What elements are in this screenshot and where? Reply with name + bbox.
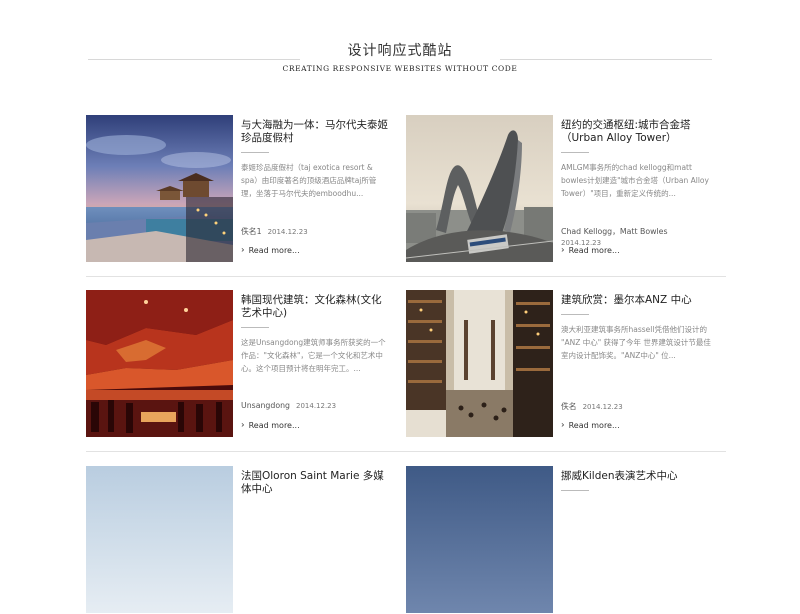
title-divider [561, 314, 589, 315]
tower-image [406, 115, 553, 262]
article-title[interactable]: 法国Oloron Saint Marie 多媒体中心 [241, 470, 391, 496]
title-rule-right [500, 59, 712, 60]
article-excerpt: AMLGM事务所的chad kellogg和matt bowles计划建造"城市… [561, 163, 709, 198]
article-card: 挪威Kilden表演艺术中心 [406, 466, 726, 614]
article-meta: Unsangdong 2014.12.23 [241, 401, 391, 410]
article-meta: 佚名1 2014.12.23 [241, 226, 391, 237]
title-rule-left [88, 59, 300, 60]
read-more-label: Read more... [248, 246, 300, 255]
article-excerpt: 澳大利亚建筑事务所hassell凭借他们设计的 "ANZ 中心" 获得了今年 世… [561, 325, 711, 360]
chevron-right-icon: › [241, 245, 245, 256]
article-thumbnail-oloron-media-centre[interactable] [86, 466, 233, 613]
article-thumbnail-culture-forest[interactable] [86, 290, 233, 437]
read-more-label: Read more... [568, 421, 620, 430]
site-subtitle: CREATING RESPONSIVE WEBSITES WITHOUT COD… [282, 64, 518, 73]
title-divider [241, 327, 269, 328]
article-title[interactable]: 与大海融为一体：马尔代夫泰姬珍品度假村 [241, 119, 391, 145]
kilden-image [406, 466, 553, 613]
title-divider [241, 152, 269, 153]
row-divider [86, 451, 726, 452]
article-thumbnail-kilden-centre[interactable] [406, 466, 553, 613]
article-card: 纽约的交通枢纽:城市合金塔（Urban Alloy Tower） AMLGM事务… [406, 115, 726, 263]
read-more-label: Read more... [568, 246, 620, 255]
atrium-image [406, 290, 553, 437]
article-excerpt: 这是Unsangdong建筑师事务所获奖的一个作品："文化森林"，它是一个文化和… [241, 338, 386, 373]
article-body: 纽约的交通枢纽:城市合金塔（Urban Alloy Tower） AMLGM事务… [561, 119, 711, 259]
media-centre-image [86, 466, 233, 613]
article-card: 与大海融为一体：马尔代夫泰姬珍品度假村 泰姬珍品度假村（taj exotica … [86, 115, 406, 263]
article-body: 与大海融为一体：马尔代夫泰姬珍品度假村 泰姬珍品度假村（taj exotica … [241, 119, 391, 259]
article-meta: Chad Kellogg，Matt Bowles 2014.12.23 [561, 226, 711, 247]
article-thumbnail-urban-alloy-tower[interactable] [406, 115, 553, 262]
theater-image [86, 290, 233, 437]
article-card: 韩国现代建筑：文化森林(文化艺术中心) 这是Unsangdong建筑师事务所获奖… [86, 290, 406, 438]
article-date: 2014.12.23 [296, 402, 337, 410]
title-divider [561, 490, 589, 491]
resort-image [86, 115, 233, 262]
article-card: 建筑欣赏：墨尔本ANZ 中心 澳大利亚建筑事务所hassell凭借他们设计的 "… [406, 290, 726, 438]
article-title[interactable]: 韩国现代建筑：文化森林(文化艺术中心) [241, 294, 391, 320]
article-author: 佚名1 [241, 227, 262, 236]
read-more-link[interactable]: › Read more... [561, 246, 620, 256]
article-author: 佚名 [561, 402, 577, 411]
chevron-right-icon: › [561, 420, 565, 431]
article-thumbnail-maldives-resort[interactable] [86, 115, 233, 262]
chevron-right-icon: › [561, 245, 565, 256]
article-date: 2014.12.23 [267, 228, 308, 236]
site-title: 设计响应式酷站 [347, 43, 453, 59]
article-card: 法国Oloron Saint Marie 多媒体中心 [86, 466, 406, 614]
read-more-link[interactable]: › Read more... [241, 421, 300, 431]
article-body: 法国Oloron Saint Marie 多媒体中心 [241, 470, 391, 610]
read-more-link[interactable]: › Read more... [241, 246, 300, 256]
article-title[interactable]: 建筑欣赏：墨尔本ANZ 中心 [561, 294, 711, 307]
page-header: 设计响应式酷站 CREATING RESPONSIVE WEBSITES WIT… [0, 0, 800, 90]
article-excerpt: 泰姬珍品度假村（taj exotica resort & spa）由印度著名的顶… [241, 163, 377, 198]
article-body: 挪威Kilden表演艺术中心 [561, 470, 711, 610]
article-body: 韩国现代建筑：文化森林(文化艺术中心) 这是Unsangdong建筑师事务所获奖… [241, 294, 391, 434]
title-divider [561, 152, 589, 153]
read-more-link[interactable]: › Read more... [561, 421, 620, 431]
article-author: Chad Kellogg，Matt Bowles [561, 227, 668, 236]
read-more-label: Read more... [248, 421, 300, 430]
article-date: 2014.12.23 [582, 403, 623, 411]
article-author: Unsangdong [241, 401, 290, 410]
article-title[interactable]: 纽约的交通枢纽:城市合金塔（Urban Alloy Tower） [561, 119, 711, 145]
row-divider [86, 276, 726, 277]
article-body: 建筑欣赏：墨尔本ANZ 中心 澳大利亚建筑事务所hassell凭借他们设计的 "… [561, 294, 711, 434]
article-thumbnail-anz-centre[interactable] [406, 290, 553, 437]
article-meta: 佚名 2014.12.23 [561, 401, 711, 412]
chevron-right-icon: › [241, 420, 245, 431]
article-title[interactable]: 挪威Kilden表演艺术中心 [561, 470, 711, 483]
